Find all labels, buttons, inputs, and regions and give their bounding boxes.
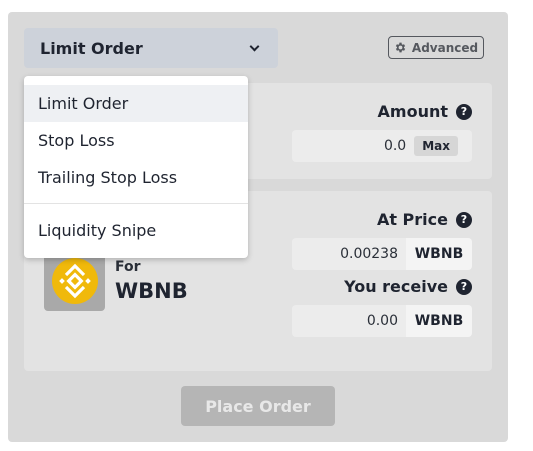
at-price-value[interactable]: 0.00238: [292, 246, 406, 262]
menu-item-trailing-stop-loss[interactable]: Trailing Stop Loss: [24, 159, 248, 196]
chevron-down-icon: [249, 41, 260, 51]
at-price-input[interactable]: 0.00238 WBNB: [292, 238, 472, 270]
at-price-label: At Price: [376, 210, 448, 229]
amount-label-row: Amount ?: [300, 102, 472, 121]
max-button[interactable]: Max: [414, 136, 458, 156]
at-price-label-row: At Price ?: [300, 210, 472, 229]
help-icon[interactable]: ?: [456, 211, 472, 228]
bnb-logo-icon: [51, 258, 98, 304]
order-type-select[interactable]: Limit Order: [24, 28, 278, 68]
order-type-selected: Limit Order: [40, 38, 143, 58]
menu-item-limit-order[interactable]: Limit Order: [24, 85, 248, 122]
you-receive-value: 0.00: [366, 313, 398, 329]
you-receive-label-row: You receive ?: [300, 277, 472, 296]
you-receive-unit: WBNB: [406, 305, 472, 337]
you-receive-input: 0.00 WBNB: [292, 305, 472, 337]
advanced-label: Advanced: [411, 40, 479, 55]
gear-icon: [395, 42, 406, 53]
amount-label: Amount: [377, 102, 448, 121]
menu-item-liquidity-snipe[interactable]: Liquidity Snipe: [24, 212, 248, 249]
menu-item-stop-loss[interactable]: Stop Loss: [24, 122, 248, 159]
at-price-unit: WBNB: [406, 238, 472, 270]
for-label: For: [115, 259, 141, 275]
place-order-button[interactable]: Place Order: [181, 386, 335, 426]
help-icon[interactable]: ?: [456, 278, 472, 295]
order-type-menu: Limit Order Stop Loss Trailing Stop Loss…: [24, 76, 248, 258]
amount-input[interactable]: 0.0 Max: [292, 130, 472, 162]
token-symbol: WBNB: [115, 279, 188, 303]
you-receive-label: You receive: [344, 277, 448, 296]
help-icon[interactable]: ?: [456, 103, 472, 120]
amount-value[interactable]: 0.0: [292, 138, 414, 154]
menu-divider: [24, 203, 248, 204]
advanced-button[interactable]: Advanced: [388, 36, 484, 59]
token-selector[interactable]: [44, 251, 105, 311]
